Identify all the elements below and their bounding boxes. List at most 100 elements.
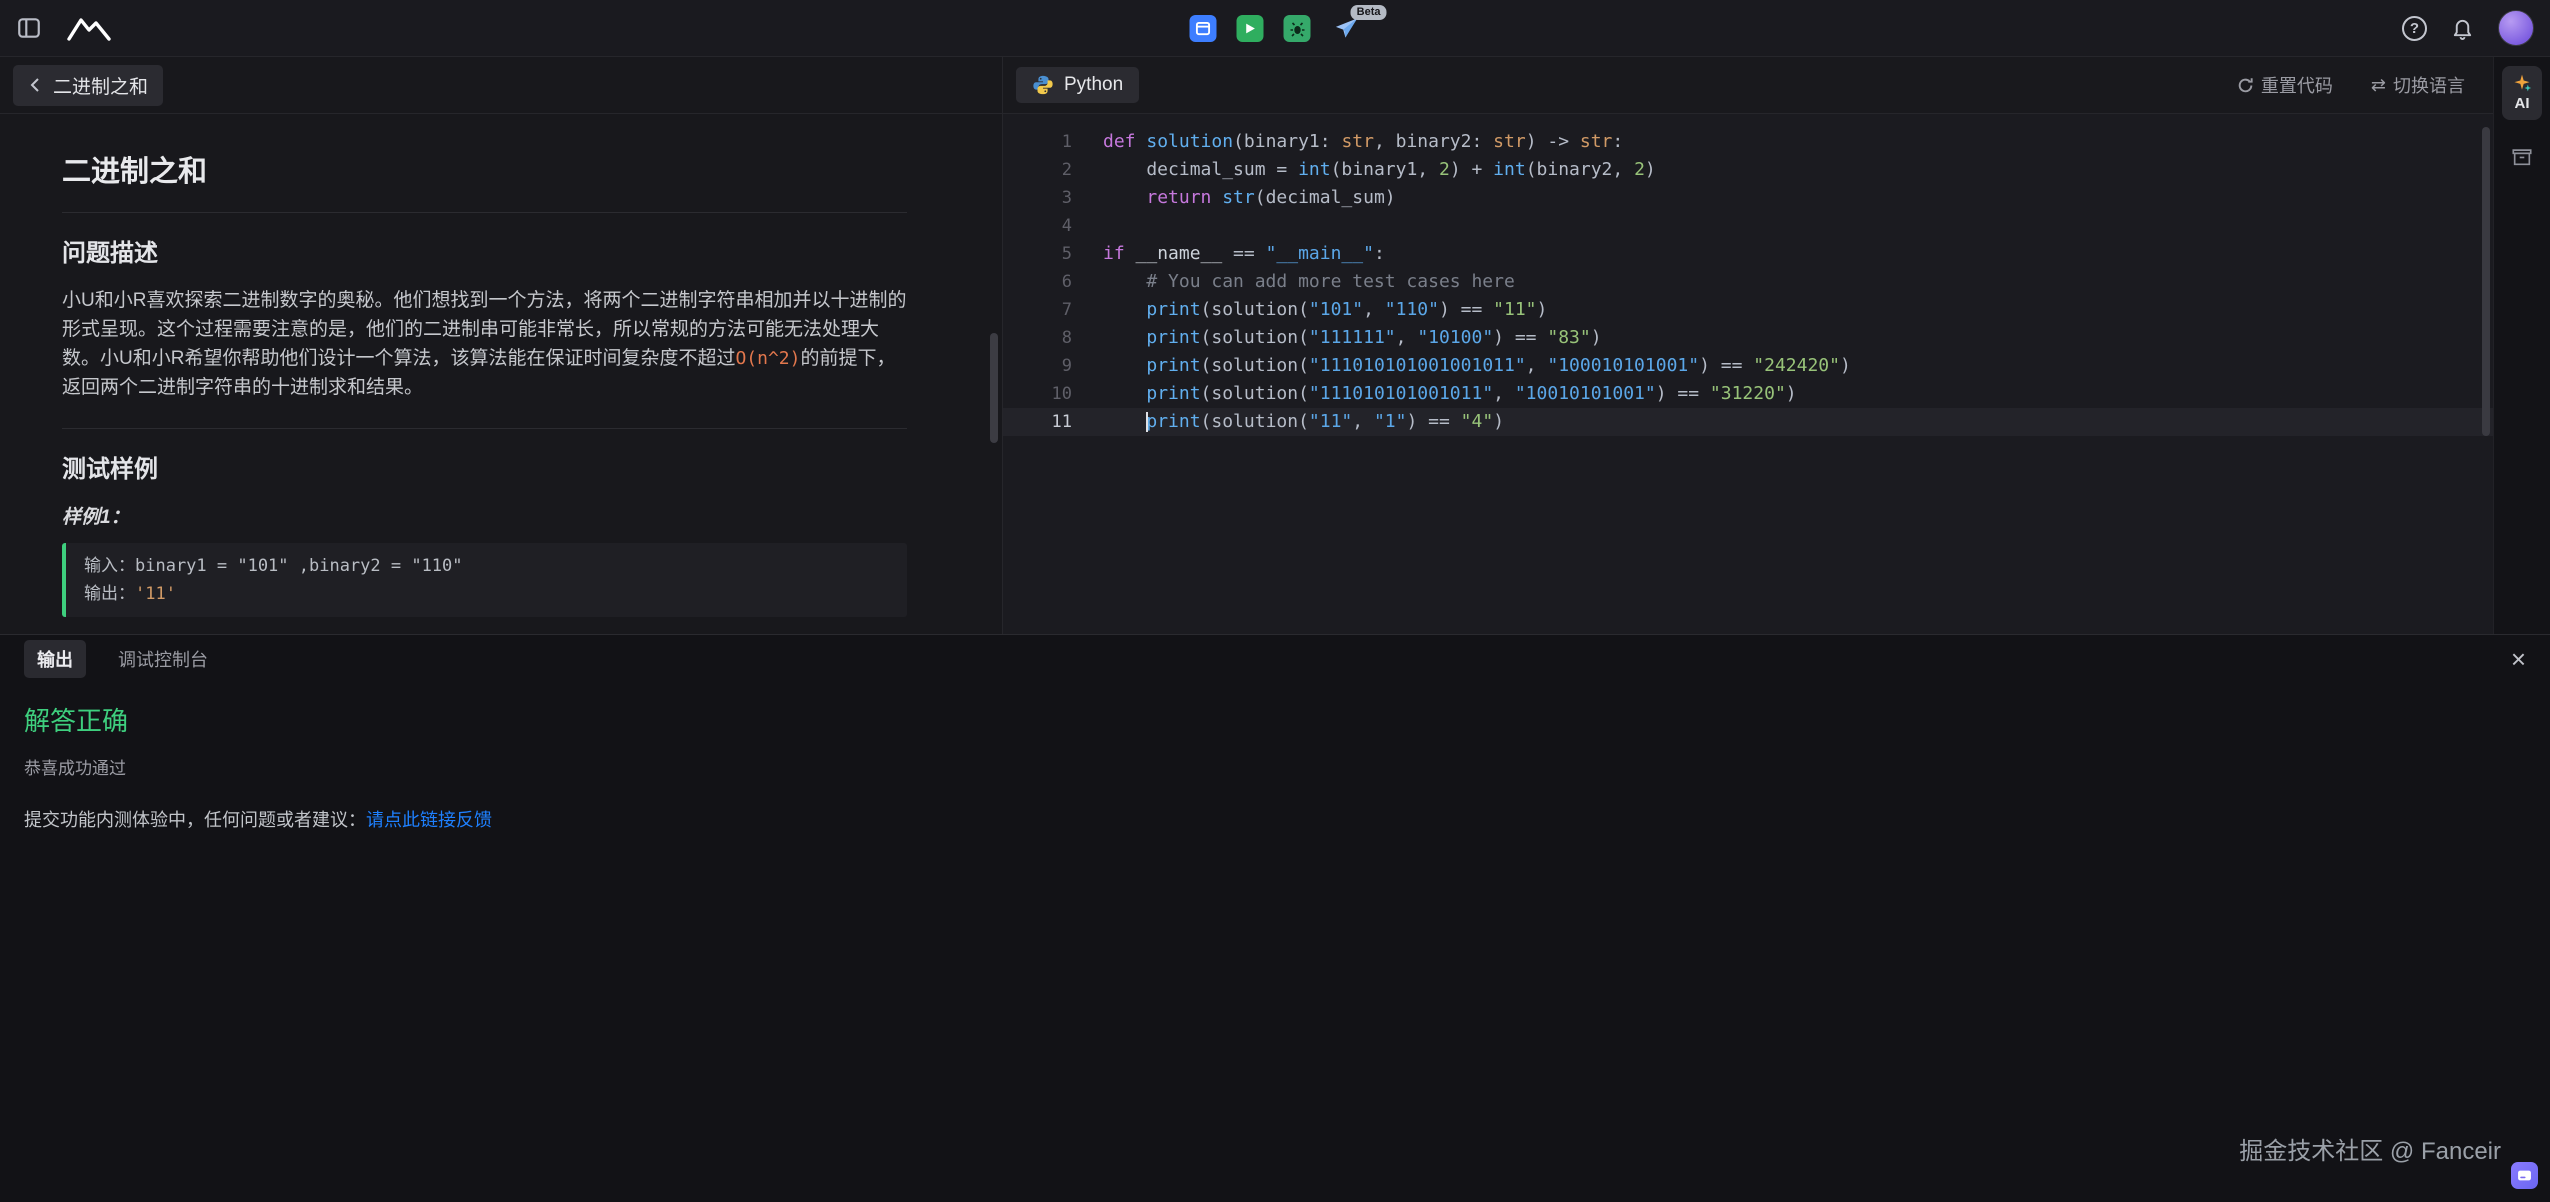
brand-logo-icon[interactable] xyxy=(66,14,112,42)
run-button[interactable] xyxy=(1237,15,1264,42)
code-line-text: def solution(binary1: str, binary2: str)… xyxy=(1072,128,1623,156)
code-line-text: # You can add more test cases here xyxy=(1072,268,1515,296)
line-number: 3 xyxy=(1003,184,1072,212)
code-line[interactable]: 7 print(solution("101", "110") == "11") xyxy=(1003,296,2493,324)
problem-scrollbar-thumb[interactable] xyxy=(990,333,998,443)
complexity-highlight: O(n^2) xyxy=(735,348,800,369)
example-label: 样例1： xyxy=(62,502,907,529)
feedback-link[interactable]: 请点此链接反馈 xyxy=(366,810,492,830)
console-tabbar: 输出 调试控制台 × xyxy=(0,635,2550,683)
problem-header-title: 二进制之和 xyxy=(53,72,148,99)
floating-widget-button[interactable] xyxy=(2511,1162,2538,1189)
workspace: 二进制之和 二进制之和 问题描述 小U和小R喜欢探索二进制数字的奥秘。他们想找到… xyxy=(0,57,2550,634)
example-output-line: 输出：'11' xyxy=(84,580,889,608)
input-code: binary1 = "101" ,binary2 = "110" xyxy=(135,556,463,576)
code-line[interactable]: 6 # You can add more test cases here xyxy=(1003,268,2493,296)
reset-code-button[interactable]: 重置代码 xyxy=(2237,72,2333,98)
switch-language-button[interactable]: ⇄ 切换语言 xyxy=(2371,72,2465,98)
line-number: 10 xyxy=(1003,380,1072,408)
submit-button[interactable]: Beta xyxy=(1331,14,1361,44)
code-line-text xyxy=(1072,212,1103,240)
code-line[interactable]: 2 decimal_sum = int(binary1, 2) + int(bi… xyxy=(1003,156,2493,184)
code-line[interactable]: 10 print(solution("111010101001011", "10… xyxy=(1003,380,2493,408)
console-content: 解答正确 恭喜成功通过 提交功能内测体验中，任何问题或者建议：请点此链接反馈 xyxy=(0,683,2550,832)
code-line[interactable]: 11 print(solution("11", "1") == "4") xyxy=(1003,408,2493,436)
code-line[interactable]: 9 print(solution("111010101001001011", "… xyxy=(1003,352,2493,380)
line-number: 9 xyxy=(1003,352,1072,380)
examples-heading: 测试样例 xyxy=(62,449,907,484)
back-icon xyxy=(28,77,44,93)
example-input-line: 输入：binary1 = "101" ,binary2 = "110" xyxy=(84,552,889,580)
right-rail: AI xyxy=(2493,57,2550,634)
mini-window-icon xyxy=(2517,1168,2532,1183)
bug-icon xyxy=(1289,21,1305,37)
code-line-text: if __name__ == "__main__": xyxy=(1072,240,1385,268)
line-number: 6 xyxy=(1003,268,1072,296)
archive-box-icon xyxy=(2511,146,2533,168)
feedback-text: 提交功能内测体验中，任何问题或者建议： xyxy=(24,810,366,830)
divider xyxy=(62,212,907,213)
close-console-button[interactable]: × xyxy=(2511,649,2526,669)
line-number: 2 xyxy=(1003,156,1072,184)
beta-badge: Beta xyxy=(1351,5,1387,20)
code-lines: 1def solution(binary1: str, binary2: str… xyxy=(1003,128,2493,436)
tab-python[interactable]: Python xyxy=(1016,67,1139,103)
line-number: 4 xyxy=(1003,212,1072,240)
notifications-button[interactable] xyxy=(2451,17,2474,40)
editor-panel: Python 重置代码 ⇄ 切换语言 xyxy=(1003,57,2493,634)
reset-code-label: 重置代码 xyxy=(2261,72,2333,98)
help-button[interactable]: ? xyxy=(2402,16,2427,41)
problem-panel-header: 二进制之和 xyxy=(0,57,1002,114)
bell-icon xyxy=(2451,17,2474,40)
watermark: 掘金技术社区 @ Fanceir xyxy=(2239,1131,2501,1166)
editor-scrollbar-thumb[interactable] xyxy=(2482,127,2490,436)
widget-button[interactable] xyxy=(2511,146,2533,171)
code-line[interactable]: 3 return str(decimal_sum) xyxy=(1003,184,2493,212)
console-panel: 输出 调试控制台 × 解答正确 恭喜成功通过 提交功能内测体验中，任何问题或者建… xyxy=(0,634,2550,1202)
line-number: 8 xyxy=(1003,324,1072,352)
line-number: 5 xyxy=(1003,240,1072,268)
play-icon xyxy=(1244,22,1257,35)
input-label: 输入： xyxy=(84,556,135,576)
code-line-text: print(solution("101", "110") == "11") xyxy=(1072,296,1547,324)
code-line[interactable]: 5if __name__ == "__main__": xyxy=(1003,240,2493,268)
debug-button[interactable] xyxy=(1284,15,1311,42)
code-editor[interactable]: 1def solution(binary1: str, binary2: str… xyxy=(1003,114,2493,634)
problem-title-chip[interactable]: 二进制之和 xyxy=(13,65,163,106)
output-label: 输出： xyxy=(84,584,135,604)
tab-python-label: Python xyxy=(1064,74,1123,96)
line-number: 1 xyxy=(1003,128,1072,156)
switch-language-label: 切换语言 xyxy=(2393,72,2465,98)
user-avatar[interactable] xyxy=(2498,10,2534,46)
code-line[interactable]: 4 xyxy=(1003,212,2493,240)
feedback-line: 提交功能内测体验中，任何问题或者建议：请点此链接反馈 xyxy=(24,806,2526,832)
code-line-text: print(solution("111010101001011", "10010… xyxy=(1072,380,1797,408)
tab-debug-console[interactable]: 调试控制台 xyxy=(118,646,208,672)
problem-description: 小U和小R喜欢探索二进制数字的奥秘。他们想找到一个方法，将两个二进制字符串相加并… xyxy=(62,286,907,402)
tab-output[interactable]: 输出 xyxy=(24,640,86,678)
topbar: Beta ? xyxy=(0,0,2550,57)
problem-title: 二进制之和 xyxy=(62,148,907,190)
ai-assistant-button[interactable]: AI xyxy=(2502,66,2542,120)
sidebar-toggle-button[interactable] xyxy=(16,15,42,41)
divider xyxy=(62,428,907,429)
mountain-logo-icon xyxy=(66,14,112,42)
text-cursor xyxy=(1146,412,1148,432)
editor-tabbar: Python 重置代码 ⇄ 切换语言 xyxy=(1003,57,2493,114)
code-line-text: decimal_sum = int(binary1, 2) + int(bina… xyxy=(1072,156,1656,184)
problem-panel: 二进制之和 二进制之和 问题描述 小U和小R喜欢探索二进制数字的奥秘。他们想找到… xyxy=(0,57,1003,634)
app-root: Beta ? 二进制之和 xyxy=(0,0,2550,1202)
code-line[interactable]: 8 print(solution("111111", "10100") == "… xyxy=(1003,324,2493,352)
description-heading: 问题描述 xyxy=(62,233,907,268)
switch-icon: ⇄ xyxy=(2371,75,2386,96)
code-line-text: return str(decimal_sum) xyxy=(1072,184,1396,212)
output-value: '11' xyxy=(135,584,176,604)
code-line-text: print(solution("111010101001001011", "10… xyxy=(1072,352,1851,380)
code-line-text: print(solution("11", "1") == "4") xyxy=(1072,408,1504,436)
refresh-icon xyxy=(2237,77,2254,94)
sparkle-icon xyxy=(2512,73,2532,93)
layout-button[interactable] xyxy=(1190,15,1217,42)
code-line[interactable]: 1def solution(binary1: str, binary2: str… xyxy=(1003,128,2493,156)
code-line-text: print(solution("111111", "10100") == "83… xyxy=(1072,324,1602,352)
line-number: 11 xyxy=(1003,408,1072,436)
